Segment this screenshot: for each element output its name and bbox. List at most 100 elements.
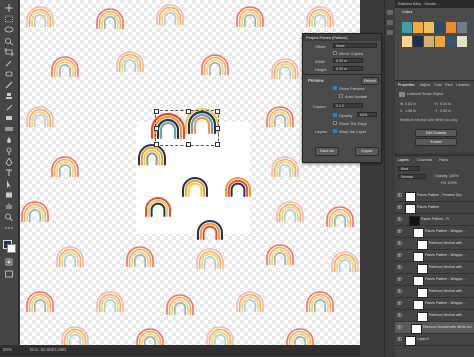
layer-row[interactable]: Rainbow Neutral with White Arc — [395, 322, 474, 334]
show-tile-edge-checkbox[interactable] — [333, 121, 337, 125]
wrap-layer-checkbox[interactable] — [333, 129, 337, 133]
path-selection-tool-icon[interactable] — [4, 180, 14, 188]
embed-button[interactable]: Embed — [415, 138, 457, 146]
zoom-tool-icon[interactable] — [4, 213, 14, 222]
layer-row[interactable]: Panes Pattern - Wrappe... — [395, 226, 474, 238]
background-color-swatch[interactable] — [7, 244, 16, 253]
color-swatch[interactable] — [446, 36, 456, 47]
offset-select[interactable]: None — [333, 43, 377, 48]
lasso-tool-icon[interactable] — [4, 26, 14, 34]
tab-char[interactable]: Char — [434, 83, 442, 87]
blur-tool-icon[interactable] — [4, 136, 14, 144]
color-swatch[interactable] — [435, 36, 445, 47]
color-swatch[interactable] — [457, 36, 467, 47]
transform-handle-bottom-left[interactable] — [154, 142, 159, 147]
eye-icon[interactable] — [396, 229, 403, 233]
hand-tool-icon[interactable] — [4, 202, 14, 210]
eye-icon[interactable] — [396, 337, 403, 341]
clone-stamp-tool-icon[interactable] — [4, 92, 14, 100]
actions-panel-icon[interactable] — [387, 20, 393, 25]
color-swatch[interactable] — [424, 36, 434, 47]
layer-row[interactable]: Panes Pattern - Wrappe... — [395, 250, 474, 262]
screen-mode-icon[interactable] — [4, 270, 14, 278]
more-tools-icon[interactable] — [4, 224, 14, 232]
x-value[interactable]: 1.98 in — [405, 109, 416, 113]
h-value[interactable]: 5.14 in — [440, 102, 451, 106]
eye-icon[interactable] — [396, 313, 403, 317]
color-swatch[interactable] — [446, 22, 456, 33]
export-button[interactable]: Export — [355, 147, 379, 156]
auto-update-checkbox[interactable] — [339, 94, 343, 98]
colors-panel-title[interactable]: Colors — [402, 10, 412, 14]
history-panel-icon[interactable] — [387, 10, 393, 15]
type-tool-icon[interactable] — [4, 169, 14, 177]
blend-mode-select[interactable]: Normal — [398, 174, 426, 179]
tab-paths[interactable]: Paths — [439, 158, 448, 162]
eye-icon[interactable] — [396, 265, 403, 269]
layer-row[interactable]: Layer 0 — [395, 334, 474, 346]
transform-handle-left[interactable] — [154, 126, 159, 131]
crop-tool-icon[interactable] — [4, 48, 14, 56]
gradient-tool-icon[interactable] — [4, 125, 14, 133]
color-swatch[interactable] — [402, 36, 412, 47]
layer-row[interactable]: Panes Pattern — [395, 202, 474, 214]
transform-bounding-box[interactable] — [154, 109, 220, 147]
tab-adjust[interactable]: Adjust — [420, 83, 430, 87]
opacity-checkbox[interactable] — [333, 113, 337, 117]
mirror-copies-checkbox[interactable] — [333, 51, 337, 55]
layer-fill[interactable]: Fill: 100% — [441, 181, 457, 185]
transform-handle-top-left[interactable] — [154, 109, 159, 114]
eye-icon[interactable] — [396, 253, 403, 257]
eye-icon[interactable] — [396, 289, 403, 293]
eye-icon[interactable] — [396, 217, 403, 221]
eye-icon[interactable] — [396, 301, 403, 305]
color-swatch[interactable] — [402, 22, 412, 33]
eye-icon[interactable] — [396, 193, 403, 197]
quick-select-tool-icon[interactable] — [4, 37, 14, 46]
color-swatch[interactable] — [435, 22, 445, 33]
eye-icon[interactable] — [396, 325, 403, 329]
eyedropper-tool-icon[interactable] — [4, 59, 14, 67]
transform-handle-right[interactable] — [215, 126, 220, 131]
tab-channels[interactable]: Channels — [417, 158, 432, 162]
quick-mask-icon[interactable] — [4, 258, 14, 266]
dodge-tool-icon[interactable] — [4, 147, 14, 155]
layer-row[interactable]: Rainbow Neutral with... — [395, 286, 474, 298]
refresh-button[interactable]: Refresh — [361, 77, 379, 85]
rectangle-tool-icon[interactable] — [4, 191, 14, 199]
tab-para[interactable]: Para — [445, 83, 453, 87]
color-swatch[interactable] — [413, 22, 423, 33]
layer-opacity[interactable]: Opacity: 100% — [435, 174, 458, 178]
layer-row[interactable]: Panes Pattern - Wrappe... — [395, 274, 474, 286]
history-brush-tool-icon[interactable] — [4, 103, 14, 111]
eraser-tool-icon[interactable] — [4, 114, 14, 122]
document-tab[interactable]: Rainbow Baby - Gender ... — [398, 2, 472, 6]
layer-row[interactable]: Rainbow Neutral with... — [395, 238, 474, 250]
edit-contents-button[interactable]: Edit Contents — [415, 129, 457, 137]
transform-handle-bottom-right[interactable] — [215, 142, 220, 147]
layer-row[interactable]: Panes Pattern - Preview Grp — [395, 190, 474, 202]
color-swatch[interactable] — [413, 36, 423, 47]
move-tool-icon[interactable] — [4, 4, 14, 12]
dialog-titlebar[interactable]: Project Panes (Pattern) — [303, 34, 381, 41]
marquee-tool-icon[interactable] — [4, 15, 14, 23]
w-value[interactable]: 5.83 in — [405, 102, 416, 106]
tab-layers[interactable]: Layers — [398, 158, 409, 162]
layer-row[interactable]: Rainbow Neutral with... — [395, 262, 474, 274]
layer-row[interactable]: Rainbow Neutral with... — [395, 310, 474, 322]
y-value[interactable]: 0.50 in — [440, 109, 451, 113]
save-as-button[interactable]: Save As — [315, 147, 339, 156]
layer-row[interactable]: Panes Pattern - Wrappe... — [395, 298, 474, 310]
transform-handle-top-right[interactable] — [215, 109, 220, 114]
healing-brush-tool-icon[interactable] — [4, 70, 14, 78]
eye-icon[interactable] — [396, 277, 403, 281]
color-swatch[interactable] — [424, 22, 434, 33]
layer-filter-select[interactable]: Kind — [398, 166, 420, 171]
brushes-panel-icon[interactable] — [387, 30, 393, 35]
transform-handle-bottom[interactable] — [186, 142, 191, 147]
eye-icon[interactable] — [396, 241, 403, 245]
layer-row[interactable]: Panes Pattern - Fr — [395, 214, 474, 226]
tab-properties[interactable]: Properties — [398, 83, 414, 87]
transform-handle-top[interactable] — [186, 109, 191, 114]
height-input[interactable]: 8.00 in — [333, 66, 363, 71]
